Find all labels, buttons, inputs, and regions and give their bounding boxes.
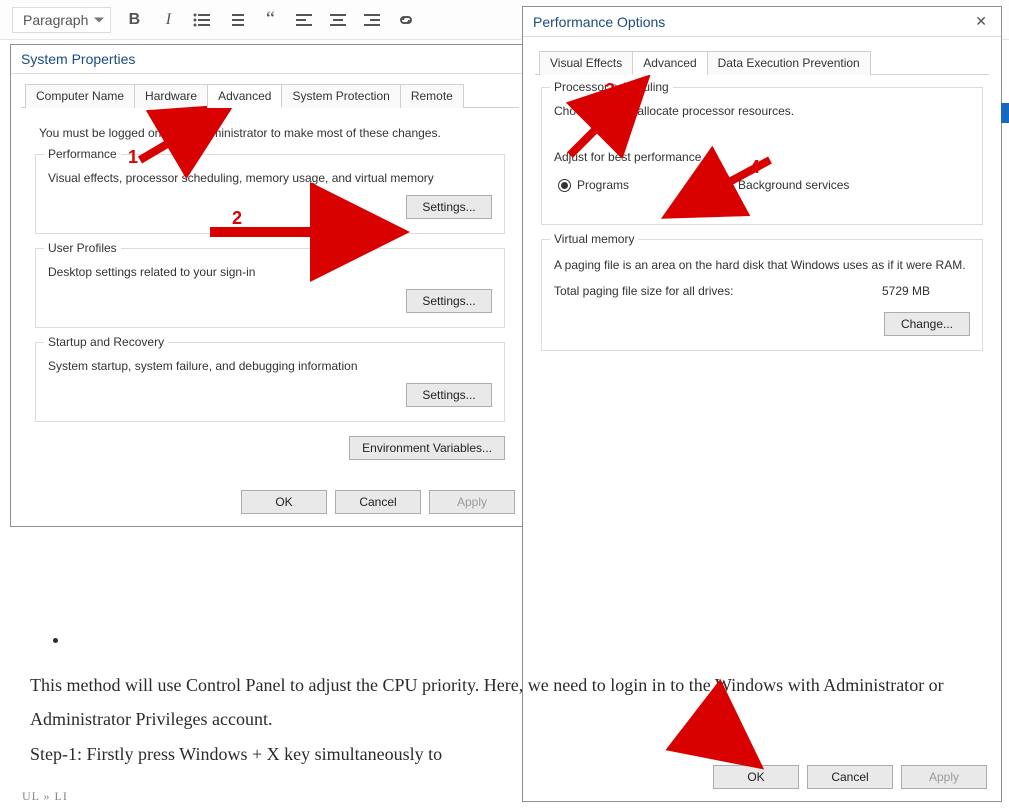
system-properties-footer: OK Cancel Apply (11, 478, 529, 526)
system-properties-title: System Properties (21, 51, 135, 67)
tab-computer-name[interactable]: Computer Name (25, 84, 135, 108)
align-left-icon[interactable] (293, 9, 315, 31)
radio-programs-label: Programs (577, 178, 629, 192)
tab-hardware[interactable]: Hardware (134, 84, 208, 108)
close-icon[interactable]: ✕ (971, 13, 991, 30)
system-properties-titlebar: System Properties (11, 45, 529, 74)
startup-recovery-settings-button[interactable]: Settings... (406, 383, 492, 407)
user-profiles-desc: Desktop settings related to your sign-in (48, 265, 492, 279)
vm-total-label: Total paging file size for all drives: (554, 284, 733, 298)
paragraph-select[interactable]: Paragraph (12, 7, 111, 33)
system-properties-dialog: System Properties Computer Name Hardware… (10, 44, 530, 527)
advanced-tab-body: You must be logged on as an Administrato… (21, 108, 519, 478)
bullet-list-icon[interactable] (191, 9, 213, 31)
blue-strip (1001, 103, 1009, 123)
admin-notice: You must be logged on as an Administrato… (39, 126, 505, 140)
startup-recovery-group: Startup and Recovery System startup, sys… (35, 342, 505, 422)
tab-remote[interactable]: Remote (400, 84, 464, 108)
radio-programs[interactable]: Programs (558, 178, 629, 192)
environment-variables-button[interactable]: Environment Variables... (349, 436, 505, 460)
article-p1: This method will use Control Panel to ad… (30, 668, 1000, 736)
bold-icon[interactable]: B (123, 9, 145, 31)
virtual-memory-desc: A paging file is an area on the hard dis… (554, 256, 970, 274)
radio-background-label: Background services (738, 178, 849, 192)
sysprops-cancel-button[interactable]: Cancel (335, 490, 421, 514)
annotation-2: 2 (232, 208, 242, 229)
paragraph-select-label: Paragraph (23, 12, 88, 28)
align-right-icon[interactable] (361, 9, 383, 31)
user-profiles-group: User Profiles Desktop settings related t… (35, 248, 505, 328)
processor-scheduling-group: Processor scheduling Choose how to alloc… (541, 87, 983, 225)
virtual-memory-group: Virtual memory A paging file is an area … (541, 239, 983, 351)
quote-icon[interactable]: “ (259, 9, 281, 31)
annotation-4: 4 (750, 157, 760, 178)
vm-total-value: 5729 MB (882, 284, 930, 298)
sysprops-apply-button[interactable]: Apply (429, 490, 515, 514)
performance-group: Performance Visual effects, processor sc… (35, 154, 505, 234)
numbered-list-icon[interactable] (225, 9, 247, 31)
article-text: This method will use Control Panel to ad… (30, 622, 1000, 771)
user-profiles-settings-button[interactable]: Settings... (406, 289, 492, 313)
virtual-memory-title: Virtual memory (550, 232, 638, 246)
user-profiles-title: User Profiles (44, 241, 121, 255)
adjust-label: Adjust for best performance of: (554, 150, 970, 164)
radio-circle-icon (719, 179, 732, 192)
system-properties-tabs: Computer Name Hardware Advanced System P… (21, 84, 519, 108)
tab-system-protection[interactable]: System Protection (281, 84, 400, 108)
annotation-1: 1 (128, 147, 138, 168)
performance-settings-button[interactable]: Settings... (406, 195, 492, 219)
performance-options-title: Performance Options (533, 14, 665, 30)
align-center-icon[interactable] (327, 9, 349, 31)
path-breadcrumb: UL » LI (22, 789, 68, 804)
vm-change-button[interactable]: Change... (884, 312, 970, 336)
performance-desc: Visual effects, processor scheduling, me… (48, 171, 492, 185)
radio-circle-icon (558, 179, 571, 192)
link-icon[interactable] (395, 9, 417, 31)
processor-scheduling-desc: Choose how to allocate processor resourc… (554, 104, 970, 118)
radio-background[interactable]: Background services (719, 178, 849, 192)
sysprops-ok-button[interactable]: OK (241, 490, 327, 514)
startup-recovery-desc: System startup, system failure, and debu… (48, 359, 492, 373)
tab-dep[interactable]: Data Execution Prevention (707, 51, 871, 75)
tab-advanced[interactable]: Advanced (207, 84, 282, 108)
performance-options-titlebar: Performance Options ✕ (523, 7, 1001, 37)
tab-visual-effects[interactable]: Visual Effects (539, 51, 633, 75)
article-p2: Step-1: Firstly press Windows + X key si… (30, 737, 1000, 771)
annotation-3: 3 (605, 80, 615, 101)
performance-group-title: Performance (44, 147, 121, 161)
tab-perf-advanced[interactable]: Advanced (632, 51, 707, 75)
italic-icon[interactable]: I (157, 9, 179, 31)
startup-recovery-title: Startup and Recovery (44, 335, 168, 349)
perfopts-tabs: Visual Effects Advanced Data Execution P… (535, 51, 989, 75)
